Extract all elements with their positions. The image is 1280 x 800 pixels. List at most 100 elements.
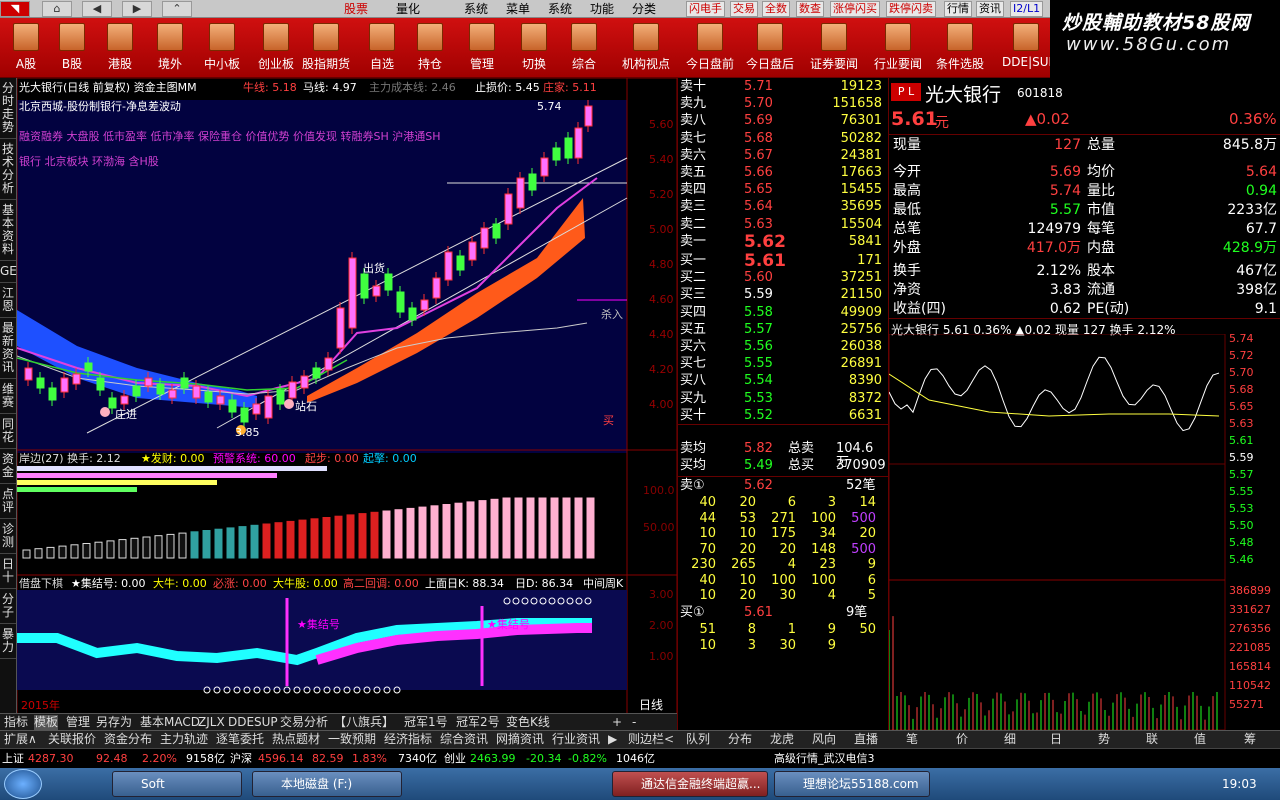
toolbar-button-8[interactable]: 持仓	[406, 21, 454, 77]
toolbar-button-12[interactable]: 机构视点	[622, 21, 670, 77]
sidebar-tab-13[interactable]: 暴力	[0, 624, 16, 659]
ext-tab-2[interactable]: 资金分布	[104, 732, 152, 747]
toolbar-button-17[interactable]: 条件选股	[936, 21, 984, 77]
ext-tab-3[interactable]: 主力轨迹	[160, 732, 208, 747]
news-button[interactable]: 资讯	[976, 1, 1004, 17]
ext-tab-7[interactable]: 经济指标	[384, 732, 432, 747]
menu-system[interactable]: 系统	[464, 2, 488, 16]
toolbar-button-3[interactable]: 境外	[146, 21, 194, 77]
indicator-tab-11[interactable]: 冠军2号	[456, 715, 500, 730]
indicator-tab-14[interactable]: -	[632, 715, 636, 730]
ext-tab-18[interactable]: 笔	[906, 732, 918, 747]
toolbar-button-7[interactable]: 自选	[358, 21, 406, 77]
indicator-tab-10[interactable]: 冠军1号	[404, 715, 448, 730]
forward-icon[interactable]: ▶	[122, 1, 152, 17]
all-data-button[interactable]: 全数	[762, 1, 790, 17]
flash-trade-button[interactable]: 闪电手	[686, 1, 725, 17]
indicator-tab-6[interactable]: DDE	[228, 715, 254, 730]
toolbar-button-4[interactable]: 中小板	[198, 21, 246, 77]
sidebar-tab-4[interactable]: 江恩	[0, 283, 16, 318]
indicator-tab-13[interactable]: +	[612, 715, 622, 730]
menu-category[interactable]: 分类	[632, 2, 656, 16]
indicator-tab-9[interactable]: 【八旗兵】	[334, 715, 394, 730]
sidebar-tab-3[interactable]: GET	[0, 261, 24, 283]
toolbar-button-15[interactable]: 证券要闻	[810, 21, 858, 77]
menu-quant[interactable]: 量化	[396, 2, 420, 16]
toolbar-button-5[interactable]: 创业板	[252, 21, 300, 77]
period-label[interactable]: 日线	[639, 699, 663, 712]
limit-down-sell-button[interactable]: 跌停闪卖	[886, 1, 936, 17]
quote-button[interactable]: 行情	[944, 1, 972, 17]
data-check-button[interactable]: 数查	[796, 1, 824, 17]
sidebar-tab-10[interactable]: 诊测	[0, 519, 16, 554]
app-icon[interactable]: ◥	[0, 1, 30, 17]
ext-tab-8[interactable]: 综合资讯	[440, 732, 488, 747]
menu-stock[interactable]: 股票	[344, 2, 368, 16]
ext-tab-0[interactable]: 扩展∧	[4, 732, 37, 747]
sidebar-tab-2[interactable]: 基本资料	[0, 200, 16, 261]
toolbar-button-0[interactable]: A股	[2, 21, 50, 77]
trade-button[interactable]: 交易	[730, 1, 758, 17]
ext-tab-24[interactable]: 值	[1194, 732, 1206, 747]
start-button[interactable]	[4, 769, 42, 799]
sidebar-tab-8[interactable]: 资金	[0, 449, 16, 484]
toolbar-button-1[interactable]: B股	[48, 21, 96, 77]
toolbar-button-14[interactable]: 今日盘后	[746, 21, 794, 77]
indicator-tab-5[interactable]: ZJLX	[198, 715, 225, 730]
ext-tab-14[interactable]: 分布	[728, 732, 752, 747]
sidebar-tab-11[interactable]: 日十	[0, 554, 16, 589]
indicator-tab-0[interactable]: 指标	[4, 715, 28, 730]
sidebar-tab-5[interactable]: 最新资讯	[0, 318, 16, 379]
toolbar-button-2[interactable]: 港股	[96, 21, 144, 77]
home-icon[interactable]: ⌂	[42, 1, 72, 17]
ext-tab-21[interactable]: 日	[1050, 732, 1062, 747]
task-tdx[interactable]: 通达信金融终端超赢...	[612, 771, 768, 797]
ext-tab-5[interactable]: 热点题材	[272, 732, 320, 747]
ext-tab-19[interactable]: 价	[956, 732, 968, 747]
ext-tab-23[interactable]: 联	[1146, 732, 1158, 747]
task-soft[interactable]: Soft	[112, 771, 242, 797]
indicator-tab-7[interactable]: SUP	[254, 715, 278, 730]
indicator-tab-3[interactable]: 另存为	[96, 715, 132, 730]
sidebar-tab-12[interactable]: 分子	[0, 589, 16, 624]
toolbar-button-6[interactable]: 股指期货	[302, 21, 350, 77]
ext-tab-17[interactable]: 直播	[854, 732, 878, 747]
sidebar-tab-6[interactable]: 维赛	[0, 379, 16, 414]
menu-menu[interactable]: 菜单	[506, 2, 530, 16]
indicator-tab-4[interactable]: 基本MACD	[140, 715, 200, 730]
ext-tab-13[interactable]: 队列	[686, 732, 710, 747]
indicator-tab-2[interactable]: 管理	[66, 715, 90, 730]
toolbar-button-9[interactable]: 管理	[458, 21, 506, 77]
indicator-tab-1[interactable]: 模板	[34, 715, 59, 730]
menu-function[interactable]: 功能	[590, 2, 614, 16]
limit-up-buy-button[interactable]: 涨停闪买	[830, 1, 880, 17]
sidebar-tab-9[interactable]: 点评	[0, 484, 16, 519]
ext-tab-6[interactable]: 一致预期	[328, 732, 376, 747]
ext-tab-22[interactable]: 势	[1098, 732, 1110, 747]
task-disk[interactable]: 本地磁盘 (F:)	[252, 771, 402, 797]
intraday-mini-chart[interactable]: 5.74 5.72 5.70 5.68 5.65 5.63 5.61 5.59 5.57 5.55…	[889, 334, 1280, 730]
back-icon[interactable]: ◀	[82, 1, 112, 17]
sidebar-tab-0[interactable]: 分时走势	[0, 78, 16, 139]
indicator-tab-12[interactable]: 变色K线	[506, 715, 550, 730]
ext-tab-16[interactable]: 风向	[812, 732, 836, 747]
indicator-tab-8[interactable]: 交易分析	[280, 715, 328, 730]
level-button[interactable]: I2/L1	[1010, 1, 1044, 17]
toolbar-button-11[interactable]: 综合	[560, 21, 608, 77]
ext-tab-10[interactable]: 行业资讯	[552, 732, 600, 747]
ext-tab-20[interactable]: 细	[1004, 732, 1016, 747]
ext-tab-9[interactable]: 网摘资讯	[496, 732, 544, 747]
toolbar-button-16[interactable]: 行业要闻	[874, 21, 922, 77]
chart-canvas[interactable]	[17, 78, 677, 715]
ext-tab-25[interactable]: 筹	[1244, 732, 1256, 747]
up-icon[interactable]: ⌃	[162, 1, 192, 17]
sidebar-tab-7[interactable]: 同花	[0, 414, 16, 449]
ext-tab-11[interactable]: ▶	[608, 732, 617, 747]
toolbar-button-13[interactable]: 今日盘前	[686, 21, 734, 77]
ext-tab-4[interactable]: 逐笔委托	[216, 732, 264, 747]
kline-chart-area[interactable]: 光大银行(日线 前复权) 资金主图MM 牛线: 5.18 马线: 4.97 主力…	[17, 78, 677, 715]
menu-system2[interactable]: 系统	[548, 2, 572, 16]
ext-tab-12[interactable]: 则边栏<	[628, 732, 674, 747]
ext-tab-1[interactable]: 关联报价	[48, 732, 96, 747]
sidebar-tab-1[interactable]: 技术分析	[0, 139, 16, 200]
